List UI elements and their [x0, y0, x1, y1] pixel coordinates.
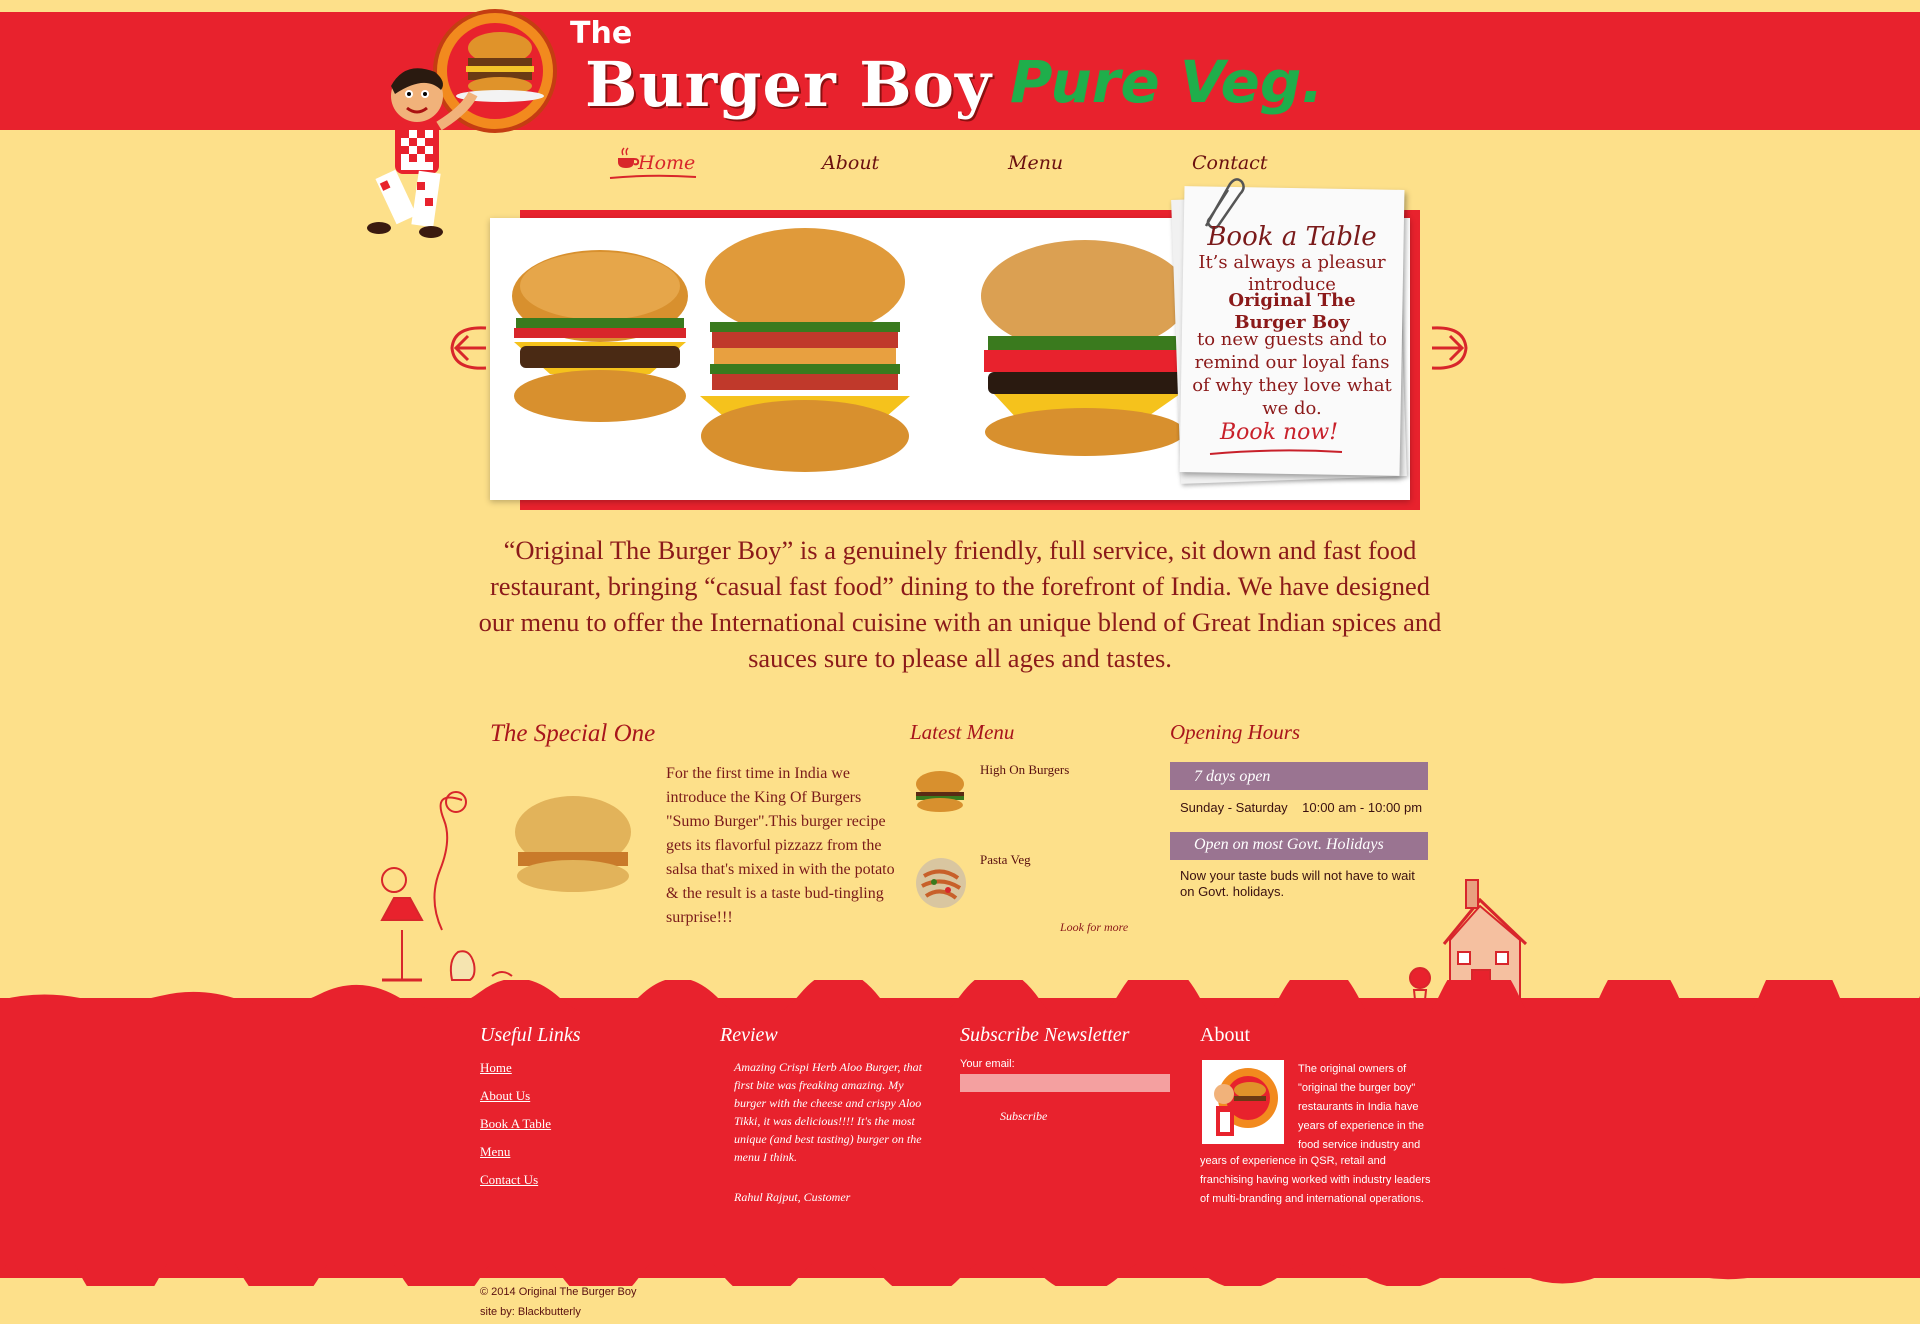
- latest-menu-item[interactable]: Pasta Veg: [980, 852, 1031, 868]
- nav-menu[interactable]: Menu: [1008, 152, 1063, 174]
- cup-icon: [618, 147, 640, 168]
- footer-link-contact[interactable]: Contact Us: [480, 1172, 538, 1188]
- subscribe-title: Subscribe Newsletter: [960, 1024, 1130, 1046]
- footer-link-about[interactable]: About Us: [480, 1088, 530, 1104]
- email-label: Your email:: [960, 1058, 1015, 1070]
- hours-note: Now your taste buds will not have to wai…: [1180, 868, 1415, 899]
- nav-about[interactable]: About: [822, 152, 879, 174]
- brand-name[interactable]: Burger Boy: [585, 48, 992, 121]
- footer-torn-edge: [0, 1264, 1920, 1286]
- useful-links-title: Useful Links: [480, 1024, 581, 1046]
- subscribe-button[interactable]: Subscribe: [994, 1108, 1053, 1125]
- look-for-more-link[interactable]: Look for more: [1060, 920, 1128, 935]
- review-title: Review: [720, 1024, 778, 1046]
- book-card-line3: to new guests and to remind our loyal fa…: [1192, 329, 1392, 419]
- special-description: For the first time in India we introduce…: [666, 765, 895, 926]
- about-text-continued: years of experience in QSR, retail and f…: [1200, 1155, 1431, 1205]
- hours-days: Sunday - Saturday 10:00 am - 10:00 pm: [1180, 800, 1423, 815]
- intro-paragraph: “Original The Burger Boy” is a genuinely…: [478, 535, 1442, 673]
- footer-torn-edge: [0, 980, 1920, 1010]
- footer-link-menu[interactable]: Menu: [480, 1144, 510, 1160]
- burger-boy-mascot: [367, 68, 478, 238]
- about-text: The original owners of "original the bur…: [1298, 1063, 1424, 1151]
- latest-menu-title: Latest Menu: [910, 720, 1015, 744]
- book-now-underline: [1209, 449, 1343, 455]
- footer-link-book[interactable]: Book A Table: [480, 1116, 551, 1132]
- latest-menu-item[interactable]: High On Burgers: [980, 762, 1069, 778]
- nav-contact[interactable]: Contact: [1192, 152, 1267, 174]
- pasta-thumbnail[interactable]: [914, 856, 968, 910]
- sumo-burger-image[interactable]: [510, 792, 636, 898]
- nav-home[interactable]: Home: [638, 152, 695, 174]
- site-credit[interactable]: site by: Blackbutterly: [480, 1306, 581, 1318]
- brand-tagline: Pure Veg.: [1010, 48, 1324, 116]
- slider-prev-arrow-icon[interactable]: [446, 322, 490, 374]
- copyright: © 2014 Original The Burger Boy: [480, 1286, 637, 1298]
- opening-hours-title: Opening Hours: [1170, 720, 1301, 744]
- brand-the: The: [570, 16, 633, 51]
- burger-slide-image: [512, 228, 1189, 472]
- nav-home-underline: [609, 174, 697, 179]
- lamp-decoration: [380, 791, 513, 982]
- footer-link-home[interactable]: Home: [480, 1060, 512, 1076]
- hours-bar-label: Open on most Govt. Holidays: [1194, 836, 1384, 853]
- email-field[interactable]: [960, 1074, 1170, 1092]
- hours-bar-label: 7 days open: [1194, 768, 1271, 785]
- burger-thumbnail[interactable]: [914, 768, 966, 814]
- about-title: About: [1200, 1024, 1250, 1046]
- review-author: Rahul Rajput, Customer: [734, 1190, 851, 1204]
- review-text: Amazing Crispi Herb Aloo Burger, that fi…: [734, 1060, 923, 1164]
- slider-next-arrow-icon[interactable]: [1428, 322, 1472, 374]
- special-title: The Special One: [490, 720, 656, 747]
- book-card-title: Book a Table: [1207, 222, 1377, 252]
- book-now-link[interactable]: Book now!: [1220, 420, 1338, 445]
- top-strip: [0, 0, 1920, 12]
- mascot-thumbnail: [1202, 1060, 1284, 1144]
